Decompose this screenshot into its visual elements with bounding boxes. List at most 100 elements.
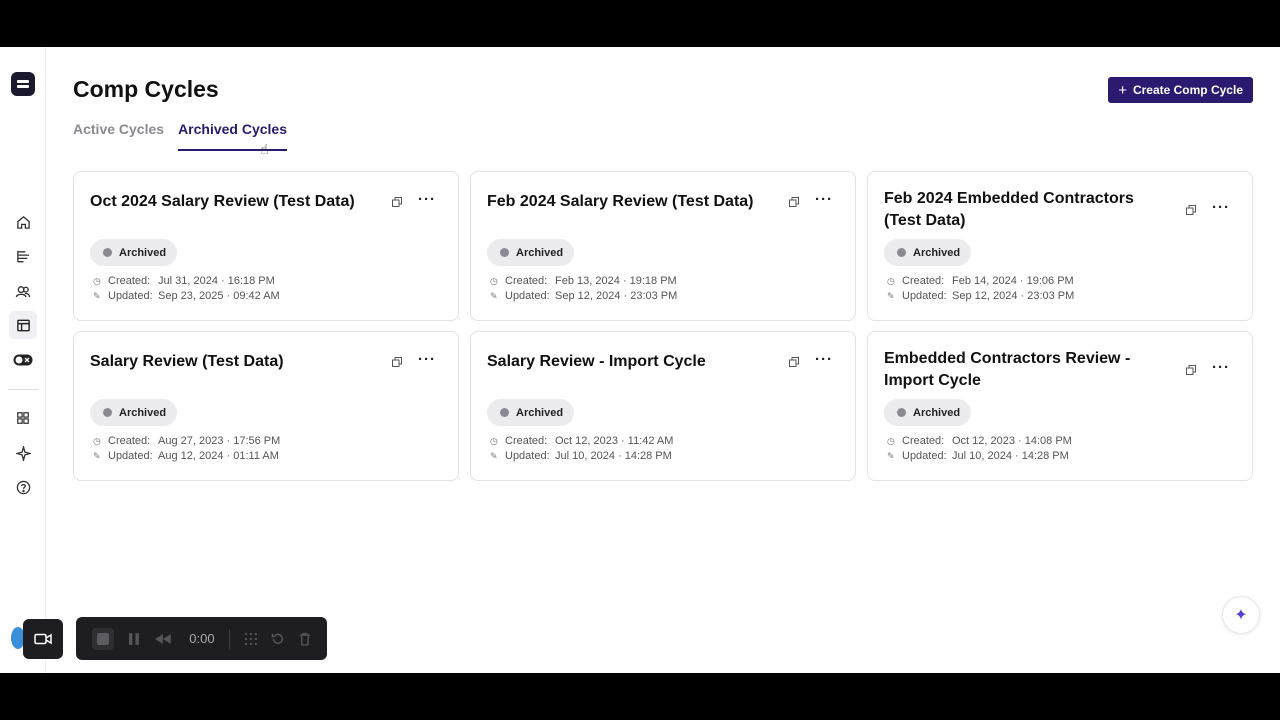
sidebar-divider <box>8 389 38 390</box>
created-label: Created: <box>505 275 548 287</box>
updated-label: Updated: <box>108 290 153 302</box>
created-row: ◷ Created: Oct 12, 2023 · 11:42 AM <box>490 435 673 447</box>
pencil-icon: ✎ <box>490 450 498 461</box>
sidebar <box>0 47 46 673</box>
updated-row: ✎ Updated: Jul 10, 2024 · 14:28 PM <box>887 450 1069 462</box>
pencil-icon: ✎ <box>93 290 101 301</box>
app-logo[interactable] <box>11 72 35 96</box>
create-comp-cycle-button[interactable]: + Create Comp Cycle <box>1108 77 1253 103</box>
status-label: Archived <box>119 246 167 259</box>
created-value: Oct 12, 2023 · 14:08 PM <box>952 435 1072 447</box>
cycle-title[interactable]: Salary Review - Import Cycle <box>487 351 777 373</box>
duplicate-icon[interactable] <box>789 197 799 207</box>
status-badge: Archived <box>884 399 972 426</box>
updated-label: Updated: <box>108 450 153 462</box>
cycle-card[interactable]: Salary Review (Test Data) ··· Archived ◷… <box>73 331 459 481</box>
created-value: Feb 14, 2024 · 19:06 PM <box>952 275 1074 287</box>
cycle-title[interactable]: Oct 2024 Salary Review (Test Data) <box>90 191 380 213</box>
updated-label: Updated: <box>505 290 550 302</box>
duplicate-icon[interactable] <box>1186 205 1196 215</box>
tab-active-cycles[interactable]: Active Cycles <box>73 121 164 151</box>
cycle-card[interactable]: Feb 2024 Salary Review (Test Data) ··· A… <box>470 171 856 321</box>
help-icon[interactable] <box>13 477 33 497</box>
created-value: Feb 13, 2024 · 19:18 PM <box>555 275 677 287</box>
cycle-title[interactable]: Feb 2024 Embedded Contractors (Test Data… <box>884 188 1174 232</box>
more-options-icon[interactable]: ··· <box>1212 360 1230 375</box>
more-options-icon[interactable]: ··· <box>418 192 436 207</box>
updated-label: Updated: <box>902 450 947 462</box>
home-icon[interactable] <box>13 212 33 232</box>
duplicate-icon[interactable] <box>392 357 402 367</box>
created-label: Created: <box>505 435 548 447</box>
created-label: Created: <box>902 435 945 447</box>
updated-value: Sep 12, 2024 · 23:03 PM <box>952 290 1075 302</box>
updated-row: ✎ Updated: Sep 12, 2024 · 23:03 PM <box>490 290 677 302</box>
status-dot <box>103 408 112 417</box>
cycle-card[interactable]: Oct 2024 Salary Review (Test Data) ··· A… <box>73 171 459 321</box>
status-dot <box>500 408 509 417</box>
grid-dots-icon[interactable] <box>244 632 258 646</box>
duplicate-icon[interactable] <box>789 357 799 367</box>
restart-icon[interactable] <box>271 632 285 646</box>
pencil-icon: ✎ <box>887 450 895 461</box>
more-options-icon[interactable]: ··· <box>1212 200 1230 215</box>
clock-icon: ◷ <box>93 435 101 446</box>
status-label: Archived <box>913 406 961 419</box>
status-badge: Archived <box>90 239 178 266</box>
stop-button[interactable] <box>92 627 114 650</box>
camera-button[interactable] <box>23 619 63 659</box>
created-value: Jul 31, 2024 · 16:18 PM <box>158 275 275 287</box>
updated-value: Aug 12, 2024 · 01:11 AM <box>158 450 279 462</box>
created-row: ◷ Created: Aug 27, 2023 · 17:56 PM <box>93 435 280 447</box>
cycle-title[interactable]: Salary Review (Test Data) <box>90 351 380 373</box>
status-label: Archived <box>913 246 961 259</box>
pointer-cursor-icon: ☝ <box>260 141 269 157</box>
rewind-icon[interactable] <box>154 633 172 645</box>
updated-row: ✎ Updated: Aug 12, 2024 · 01:11 AM <box>93 450 279 462</box>
cycle-tabs: Active Cycles Archived Cycles <box>73 121 288 151</box>
updated-row: ✎ Updated: Sep 12, 2024 · 23:03 PM <box>887 290 1074 302</box>
people-icon[interactable] <box>13 281 33 301</box>
tab-archived-cycles[interactable]: Archived Cycles <box>178 121 288 151</box>
trash-icon[interactable] <box>299 632 311 646</box>
reports-icon[interactable] <box>13 246 33 266</box>
duplicate-icon[interactable] <box>392 197 402 207</box>
created-value: Oct 12, 2023 · 11:42 AM <box>555 435 674 447</box>
created-label: Created: <box>108 435 151 447</box>
more-options-icon[interactable]: ··· <box>815 352 833 367</box>
created-row: ◷ Created: Jul 31, 2024 · 16:18 PM <box>93 275 275 287</box>
status-dot <box>103 248 112 257</box>
created-row: ◷ Created: Oct 12, 2023 · 14:08 PM <box>887 435 1072 447</box>
recording-toolbar: 0:00 <box>76 617 327 660</box>
ai-assistant-icon[interactable]: ✦ <box>1222 596 1260 634</box>
cycle-title[interactable]: Feb 2024 Salary Review (Test Data) <box>487 191 777 213</box>
status-label: Archived <box>516 246 564 259</box>
created-label: Created: <box>902 275 945 287</box>
status-label: Archived <box>119 406 167 419</box>
status-dot <box>897 248 906 257</box>
cycle-card[interactable]: Salary Review - Import Cycle ··· Archive… <box>470 331 856 481</box>
sparkle-icon[interactable] <box>13 443 33 463</box>
comp-cycles-icon[interactable] <box>9 311 37 339</box>
status-label: Archived <box>516 406 564 419</box>
created-row: ◷ Created: Feb 13, 2024 · 19:18 PM <box>490 275 677 287</box>
cycle-card-grid: Oct 2024 Salary Review (Test Data) ··· A… <box>73 171 1253 481</box>
more-options-icon[interactable]: ··· <box>815 192 833 207</box>
more-options-icon[interactable]: ··· <box>418 352 436 367</box>
page-title: Comp Cycles <box>73 76 219 102</box>
clock-icon: ◷ <box>490 435 498 446</box>
apps-grid-icon[interactable] <box>13 408 33 428</box>
cycle-card[interactable]: Embedded Contractors Review - Import Cyc… <box>867 331 1253 481</box>
clock-icon: ◷ <box>93 275 101 286</box>
duplicate-icon[interactable] <box>1186 365 1196 375</box>
updated-row: ✎ Updated: Sep 23, 2025 · 09:42 AM <box>93 290 280 302</box>
cycle-title[interactable]: Embedded Contractors Review - Import Cyc… <box>884 348 1174 392</box>
toggle-icon[interactable] <box>13 350 33 370</box>
cycle-card[interactable]: Feb 2024 Embedded Contractors (Test Data… <box>867 171 1253 321</box>
pencil-icon: ✎ <box>93 450 101 461</box>
status-badge: Archived <box>90 399 178 426</box>
pause-icon[interactable] <box>128 632 140 646</box>
clock-icon: ◷ <box>490 275 498 286</box>
created-row: ◷ Created: Feb 14, 2024 · 19:06 PM <box>887 275 1074 287</box>
status-badge: Archived <box>487 239 575 266</box>
